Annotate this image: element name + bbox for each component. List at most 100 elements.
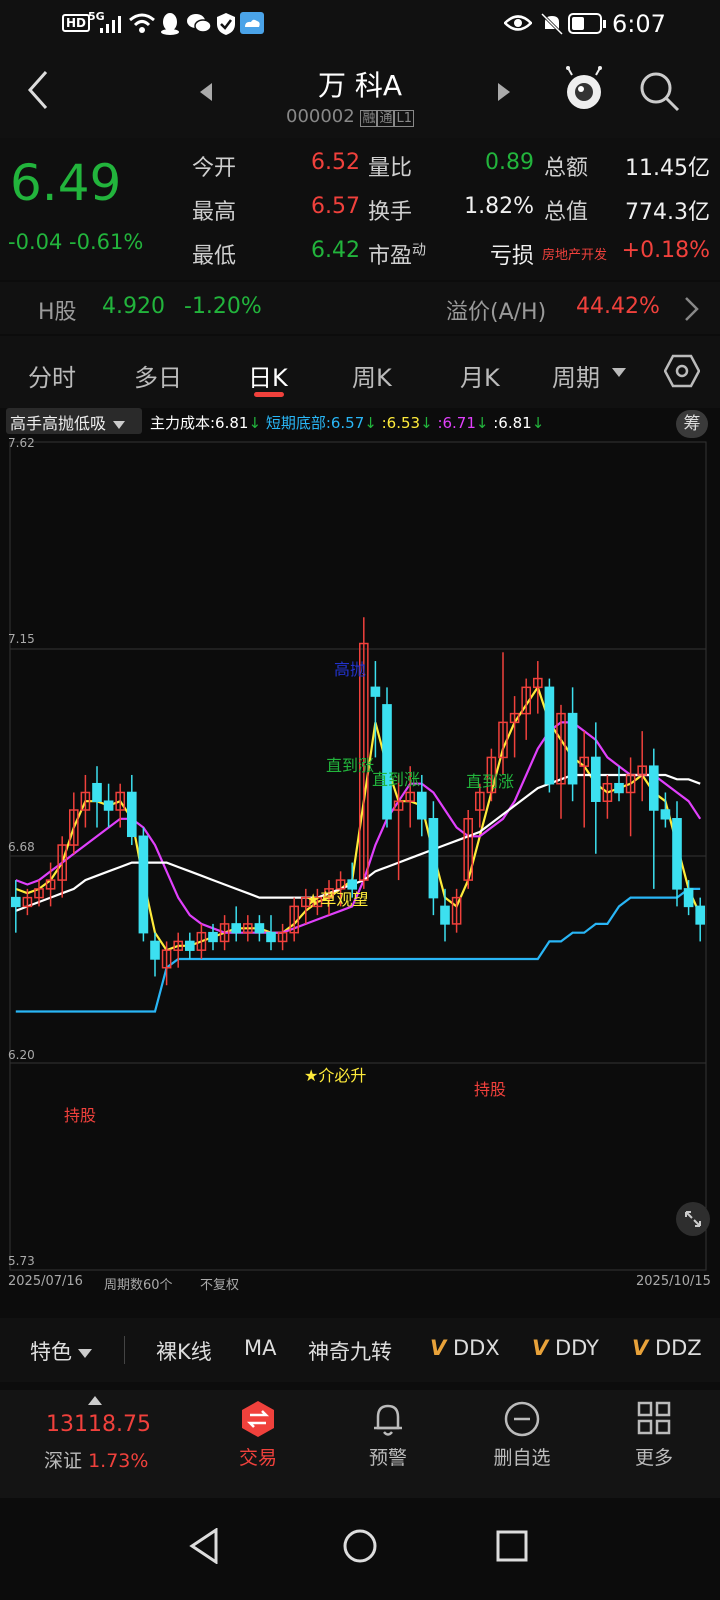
kline-plot[interactable] — [0, 438, 720, 1278]
tab-period[interactable]: 周期 — [552, 358, 600, 393]
chevron-right-icon[interactable] — [684, 296, 700, 322]
special-dropdown[interactable]: 特色 — [30, 1336, 92, 1366]
quote-panel: 6.49 -0.04 -0.61% 今开 6.52 量比 0.89 总额 11.… — [0, 138, 720, 280]
nav-home-icon[interactable] — [342, 1528, 378, 1564]
candle-body — [231, 923, 242, 934]
legend-magenta: :6.71↓ — [437, 414, 488, 432]
candle-body — [672, 818, 682, 890]
label-market-cap: 总值 — [544, 200, 589, 225]
down-arrow-icon: ↓ — [364, 414, 377, 432]
ddx-label: DDX — [452, 1336, 500, 1360]
back-icon[interactable] — [24, 70, 52, 110]
tab-multiday[interactable]: 多日 — [134, 358, 182, 393]
divider — [124, 1336, 125, 1364]
remove-watchlist-label: 删自选 — [493, 1447, 551, 1469]
change-value: -0.04 — [8, 230, 63, 254]
battery-icon — [568, 13, 606, 34]
tab-monthly-k[interactable]: 月K — [460, 358, 500, 393]
annotation-high-sell: 高抛 — [334, 660, 367, 679]
ddz-label: DDZ — [654, 1336, 702, 1360]
indicator-ddx[interactable]: V DDX — [430, 1336, 500, 1360]
kline-chart[interactable]: 高手高抛低吸 主力成本:6.81↓ 短期底部:6.57↓ :6.53↓ :6.7… — [0, 408, 720, 1318]
nav-back-icon[interactable] — [188, 1528, 220, 1564]
chip-button[interactable]: 筹 — [676, 410, 708, 438]
indicator-legend: 主力成本:6.81↓ 短期底部:6.57↓ :6.53↓ :6.71↓ :6.8… — [150, 412, 544, 433]
eye-icon — [504, 15, 532, 31]
chart-period-count: 周期数60个 — [104, 1278, 173, 1293]
alert-label: 预警 — [368, 1447, 407, 1469]
indicator-naked-k[interactable]: 裸K线 — [156, 1336, 212, 1366]
badge-level: L1 — [394, 110, 414, 127]
alert-button[interactable]: 预警 — [358, 1400, 418, 1470]
indicator-ddz[interactable]: V DDZ — [632, 1336, 702, 1360]
chart-start-date: 2025/07/16 — [8, 1274, 83, 1289]
index-name: 深证 — [44, 1450, 83, 1472]
annotation-until-rise-3: 直到涨 — [466, 772, 515, 791]
search-icon[interactable] — [638, 70, 682, 114]
candle-body — [648, 765, 659, 811]
remove-watchlist-button[interactable]: 删自选 — [484, 1400, 560, 1470]
tab-weekly-k[interactable]: 周K — [352, 358, 392, 393]
next-stock-icon[interactable] — [496, 82, 512, 102]
caret-down-icon[interactable] — [612, 368, 626, 378]
tab-intraday[interactable]: 分时 — [28, 358, 76, 393]
annotation-must-rise: ★介必升 — [304, 1066, 367, 1085]
candle-body — [695, 905, 706, 925]
h-share-price: 4.920 — [102, 294, 165, 319]
tab-daily-k[interactable]: 日K — [248, 358, 288, 393]
legend-white-text: :6.81 — [493, 414, 532, 432]
candle-body — [184, 940, 195, 951]
indicator-ma[interactable]: MA — [244, 1336, 276, 1360]
prev-stock-icon[interactable] — [198, 82, 214, 102]
candle-body — [416, 791, 427, 820]
status-bar: HD 5G 6:07 — [0, 0, 720, 48]
indicator-ddy[interactable]: V DDY — [532, 1336, 599, 1360]
vip-icon: V — [632, 1336, 649, 1360]
indicator-nine-turns[interactable]: 神奇九转 — [308, 1336, 392, 1366]
clock: 6:07 — [612, 10, 666, 38]
label-open: 今开 — [192, 156, 237, 181]
bell-icon — [374, 1404, 402, 1436]
h-share-row[interactable]: H股 4.920 -1.20% 溢价(A/H) 44.42% — [0, 282, 720, 334]
more-button[interactable]: 更多 — [624, 1400, 684, 1470]
legend-magenta-text: :6.71 — [437, 414, 476, 432]
candle-body — [10, 896, 21, 908]
annotation-hold-1: 持股 — [64, 1106, 97, 1125]
legend-white: :6.81↓ — [493, 414, 544, 432]
label-low: 最低 — [192, 244, 237, 269]
annotation-hold-2: 持股 — [474, 1080, 507, 1099]
wechat-icon — [187, 14, 212, 33]
label-industry[interactable]: 房地产开发 — [542, 244, 607, 263]
grid-icon — [637, 1401, 671, 1435]
cloud-icon — [240, 12, 264, 34]
vip-icon: V — [430, 1336, 447, 1360]
fullscreen-button[interactable] — [676, 1202, 710, 1236]
mascot-icon[interactable] — [562, 66, 606, 114]
y-label-2: 7.15 — [8, 632, 35, 646]
label-high: 最高 — [192, 200, 237, 225]
candle-body — [254, 923, 265, 934]
bottom-bar: 13118.75 深证 1.73% 交易 预警 删自选 更多 — [0, 1390, 720, 1498]
active-tab-indicator — [254, 392, 284, 397]
system-navigation — [0, 1498, 720, 1600]
candle-body — [567, 712, 578, 785]
candle-body — [150, 940, 160, 960]
legend-yellow-text: :6.53 — [381, 414, 421, 432]
minus-circle-icon — [504, 1401, 540, 1437]
nav-recents-icon[interactable] — [496, 1530, 528, 1562]
candle-body — [370, 686, 381, 697]
premium-label: 溢价(A/H) — [446, 300, 547, 325]
candle-body — [544, 686, 555, 785]
badge-connect: 通 — [377, 110, 395, 127]
caret-up-icon[interactable] — [88, 1396, 102, 1406]
h-share-pct: -1.20% — [184, 294, 262, 319]
settings-hexagon-icon[interactable] — [664, 354, 700, 388]
more-label: 更多 — [634, 1447, 673, 1469]
value-volume-ratio: 0.89 — [485, 150, 534, 175]
signal-bars-icon — [100, 16, 121, 33]
trade-button[interactable]: 交易 — [228, 1400, 288, 1470]
candle-body — [428, 818, 439, 899]
index-value[interactable]: 13118.75 — [46, 1412, 151, 1437]
indicator-select[interactable]: 高手高抛低吸 — [6, 408, 142, 434]
y-label-top: 7.62 — [8, 436, 35, 450]
